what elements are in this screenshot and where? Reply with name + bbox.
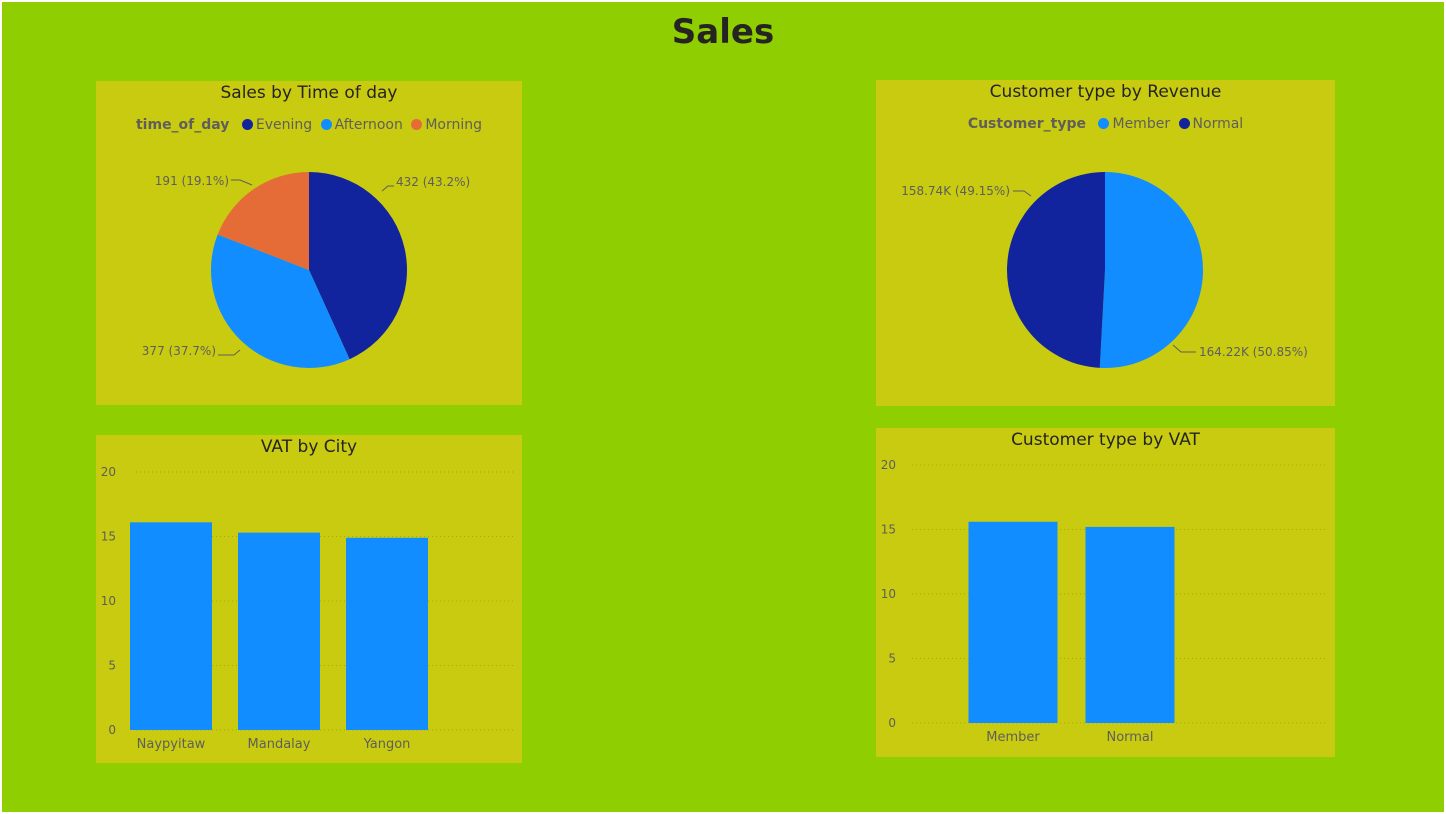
x-tick-label-mandalay: Mandalay	[248, 737, 311, 752]
y-tick-label: 20	[101, 465, 116, 479]
y-tick-label: 15	[881, 523, 896, 537]
leader-line	[381, 185, 394, 192]
x-tick-label-naypyitaw: Naypyitaw	[137, 737, 206, 752]
bar-yangon[interactable]	[346, 537, 428, 730]
data-label-morning: 191 (19.1%)	[155, 174, 229, 188]
y-tick-label: 15	[101, 530, 116, 544]
y-tick-label: 0	[108, 723, 116, 737]
bar-mandalay[interactable]	[238, 532, 320, 730]
vat-by-city-card[interactable]: VAT by City 0 5 10 15 20 Naypyitaw Mandalay Yan…	[96, 435, 522, 763]
bar-normal[interactable]	[1085, 526, 1175, 723]
sales-by-time-card[interactable]: Sales by Time of day time_of_day Evening…	[96, 81, 522, 405]
pie-slice-member[interactable]	[1099, 172, 1204, 368]
y-tick-label: 20	[881, 458, 896, 472]
x-tick-label-yangon: Yangon	[363, 737, 411, 752]
data-label-afternoon: 377 (37.7%)	[142, 344, 216, 358]
y-tick-label: 0	[888, 716, 896, 730]
customer-revenue-card[interactable]: Customer type by Revenue Customer_type M…	[876, 80, 1335, 406]
pie-chart-customer-revenue: 164.22K (50.85%) 158.74K (49.15%)	[901, 172, 1308, 368]
x-tick-label-normal: Normal	[1106, 730, 1153, 745]
pie-slice-normal[interactable]	[1007, 172, 1105, 368]
y-tick-label: 10	[881, 587, 896, 601]
bar-chart-customer-vat: 0 5 10 15 20 Member Normal	[881, 458, 1328, 745]
y-tick-label: 5	[108, 659, 116, 673]
bar-naypyitaw[interactable]	[130, 522, 212, 730]
leader-line	[218, 349, 241, 356]
x-tick-label-member: Member	[986, 730, 1040, 745]
bar-chart-vat-city: 0 5 10 15 20 Naypyitaw Mandalay Yangon	[101, 465, 514, 752]
data-label-normal: 158.74K (49.15%)	[901, 184, 1010, 198]
data-label-member: 164.22K (50.85%)	[1199, 345, 1308, 359]
pie-chart-time-of-day: 432 (43.2%) 377 (37.7%) 191 (19.1%)	[142, 172, 470, 368]
leader-line	[1172, 344, 1196, 353]
bar-member[interactable]	[968, 521, 1058, 723]
page-title: Sales	[671, 12, 775, 52]
y-tick-label: 5	[888, 652, 896, 666]
leader-line	[231, 179, 253, 186]
customer-vat-card[interactable]: Customer type by VAT 0 5 10 15 20 Member Norma…	[876, 428, 1335, 757]
y-tick-label: 10	[101, 594, 116, 608]
leader-line	[1013, 190, 1032, 197]
data-label-evening: 432 (43.2%)	[396, 175, 470, 189]
